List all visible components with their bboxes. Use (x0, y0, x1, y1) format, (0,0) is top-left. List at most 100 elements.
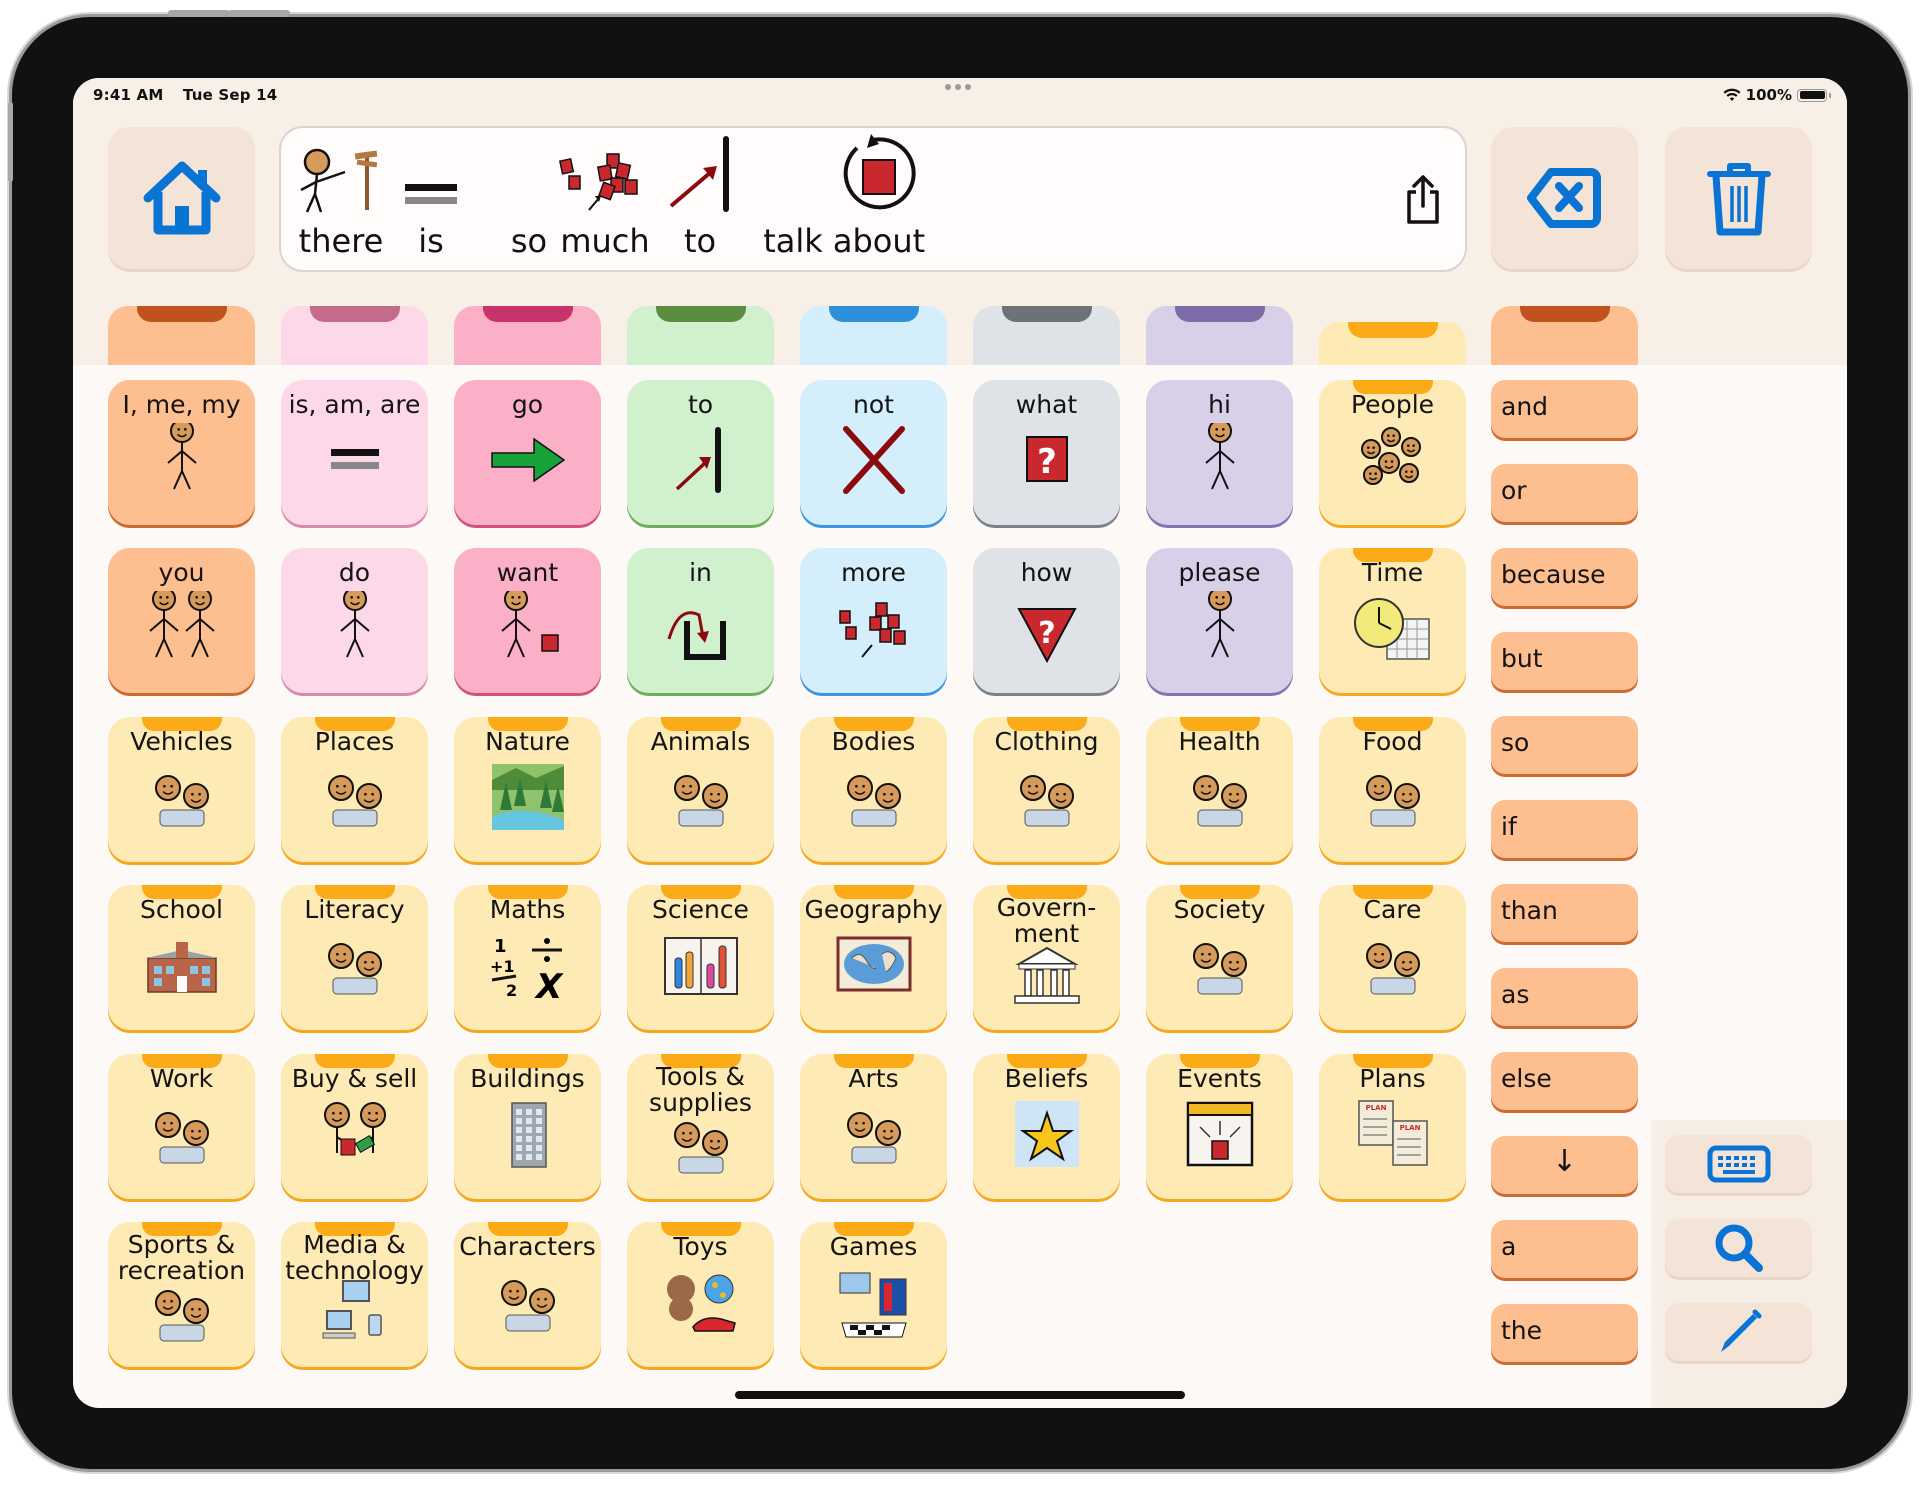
category-tab-adverbs[interactable] (800, 306, 947, 365)
tab-notch (136, 306, 227, 322)
word-tile[interactable]: to (627, 380, 774, 525)
games-icon (839, 1272, 907, 1338)
tile-symbol (486, 423, 570, 501)
folder-tile[interactable]: Tools & supplies (627, 1053, 774, 1199)
pencil-icon (1720, 1309, 1761, 1352)
message-word[interactable]: much (559, 153, 651, 260)
tile-symbol (832, 423, 916, 501)
folder-tile[interactable]: Govern- ment (973, 885, 1120, 1031)
word-tile[interactable]: in (627, 548, 774, 694)
folder-tile[interactable]: Arts (800, 1053, 947, 1199)
folder-tile[interactable]: People (1319, 380, 1466, 525)
folder-tile[interactable]: Plans PLAN PLAN (1319, 1053, 1466, 1199)
word-pill[interactable]: but (1491, 632, 1638, 690)
message-word[interactable]: about (829, 134, 929, 260)
home-indicator[interactable] (735, 1391, 1185, 1399)
category-tab-pronouns[interactable] (108, 306, 255, 365)
tile-label: how (1020, 558, 1073, 588)
folder-tile[interactable]: Media & technology (281, 1222, 428, 1367)
word-tile[interactable]: I, me, my (108, 380, 255, 525)
many-red-squares-icon (559, 153, 638, 211)
side-button (8, 102, 13, 182)
message-word[interactable]: to (669, 136, 729, 260)
folder-tile[interactable]: Food (1319, 716, 1466, 862)
folder-tile[interactable]: Literacy (281, 885, 428, 1031)
folder-tile[interactable]: Events (1146, 1053, 1293, 1199)
folder-tile[interactable]: Sports & recreation (108, 1222, 255, 1367)
category-tab-folders[interactable] (1319, 322, 1466, 365)
word-pill[interactable]: or (1491, 464, 1638, 522)
word-pill[interactable]: a (1491, 1220, 1638, 1278)
folder-tile[interactable]: Buy & sell (281, 1053, 428, 1199)
folder-tile[interactable]: Geography (800, 885, 947, 1031)
delete-word-button[interactable] (1491, 127, 1638, 269)
message-bar[interactable]: there is so much to talk about (279, 126, 1467, 272)
search-button[interactable] (1665, 1219, 1812, 1277)
folder-tile[interactable]: Society (1146, 885, 1293, 1031)
folder-tile[interactable]: Maths 1 +1 2 X (454, 885, 601, 1031)
multitasking-dots[interactable] (945, 84, 971, 90)
folder-tile[interactable]: Buildings (454, 1053, 601, 1199)
folder-tile[interactable]: Care (1319, 885, 1466, 1031)
word-tile[interactable]: want (454, 548, 601, 694)
folder-tile[interactable]: Health (1146, 716, 1293, 862)
home-button[interactable] (108, 127, 255, 269)
toys-icon (666, 1274, 736, 1332)
category-tab-questions[interactable] (973, 306, 1120, 365)
word-pill[interactable]: as (1491, 968, 1638, 1026)
tile-label: Health (1178, 726, 1261, 756)
word-tile[interactable]: please (1146, 548, 1293, 694)
word-pill[interactable]: than (1491, 884, 1638, 942)
more-words-button[interactable]: ↓ (1491, 1136, 1638, 1194)
word-tile[interactable]: more (800, 548, 947, 694)
word-pill[interactable]: else (1491, 1052, 1638, 1110)
folder-tile[interactable]: Bodies (800, 716, 947, 862)
category-tab-verbs-be[interactable] (281, 306, 428, 365)
word-tile[interactable]: not (800, 380, 947, 525)
word-pill[interactable]: because (1491, 548, 1638, 606)
edit-button[interactable] (1665, 1303, 1812, 1361)
question-triangle-icon: ? (1016, 608, 1077, 664)
message-word[interactable]: there (295, 148, 387, 260)
word-pill[interactable]: so (1491, 716, 1638, 774)
folder-tile[interactable]: Time (1319, 548, 1466, 694)
folder-tile[interactable]: Animals (627, 716, 774, 862)
share-button[interactable] (1403, 174, 1443, 230)
sports-icon (154, 1290, 209, 1342)
red-x-icon (842, 426, 905, 494)
word-tile[interactable]: is, am, are (281, 380, 428, 525)
word-tile[interactable]: hi (1146, 380, 1293, 525)
word-pill[interactable]: if (1491, 800, 1638, 858)
word-tile[interactable]: how? (973, 548, 1120, 694)
folder-tile[interactable]: School (108, 885, 255, 1031)
keyboard-button[interactable] (1665, 1135, 1812, 1193)
folder-tile[interactable]: Toys (627, 1222, 774, 1367)
tile-label: Work (149, 1063, 214, 1093)
tile-symbol (1005, 1097, 1089, 1175)
word-tile[interactable]: go (454, 380, 601, 525)
word-tile[interactable]: what? (973, 380, 1120, 525)
folder-tile[interactable]: Nature (454, 716, 601, 862)
category-tab-prepositions[interactable] (627, 306, 774, 365)
folder-tile[interactable]: Places (281, 716, 428, 862)
message-word[interactable]: talk (763, 222, 823, 260)
message-word[interactable]: so (509, 222, 549, 260)
tile-symbol: PLAN PLAN (1351, 1097, 1435, 1175)
pill-label: and (1501, 392, 1549, 421)
folder-tile[interactable]: Clothing (973, 716, 1120, 862)
word-pill[interactable]: the (1491, 1304, 1638, 1362)
clear-message-button[interactable] (1665, 127, 1812, 269)
category-tab-verbs[interactable] (454, 306, 601, 365)
folder-tile[interactable]: Work (108, 1053, 255, 1199)
category-tab-conjunctions[interactable] (1491, 306, 1638, 365)
folder-tile[interactable]: Games (800, 1222, 947, 1367)
message-word[interactable]: is (405, 184, 457, 260)
folder-tile[interactable]: Characters (454, 1222, 601, 1367)
folder-tile[interactable]: Vehicles (108, 716, 255, 862)
folder-tile[interactable]: Science (627, 885, 774, 1031)
folder-tile[interactable]: Beliefs (973, 1053, 1120, 1199)
word-pill[interactable]: and (1491, 380, 1638, 438)
word-tile[interactable]: you (108, 548, 255, 694)
category-tab-social[interactable] (1146, 306, 1293, 365)
word-tile[interactable]: do (281, 548, 428, 694)
